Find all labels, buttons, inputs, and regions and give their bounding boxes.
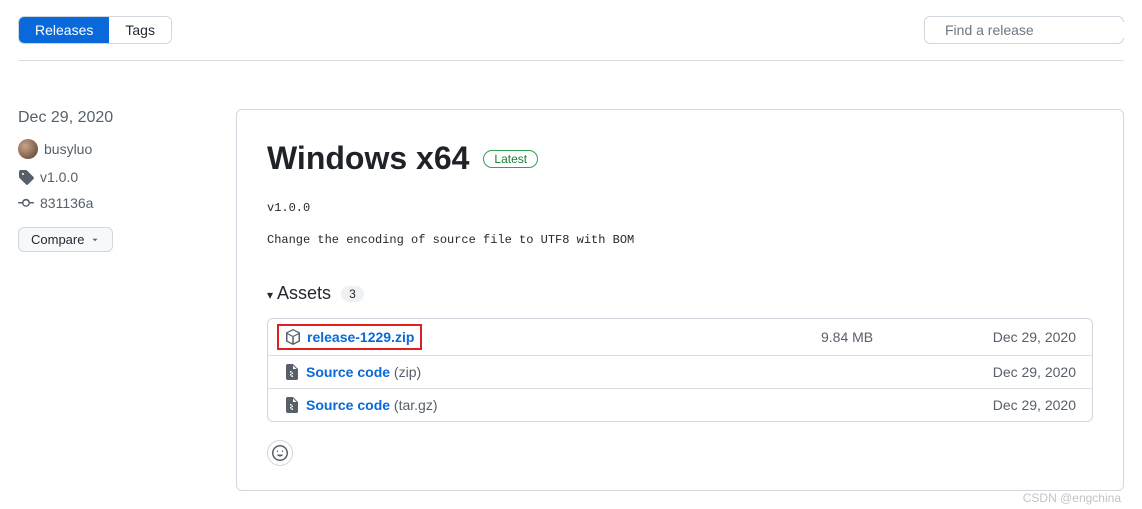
smiley-icon — [272, 445, 288, 461]
search-input[interactable] — [945, 22, 1126, 38]
release-panel: Windows x64 Latest v1.0.0 Change the enc… — [236, 109, 1124, 491]
file-zip-icon — [284, 397, 300, 413]
asset-date: Dec 29, 2020 — [986, 364, 1076, 380]
release-sidebar: Dec 29, 2020 busyluo v1.0.0 831136a Comp… — [18, 109, 216, 491]
commit-sha[interactable]: 831136a — [40, 195, 93, 211]
asset-row: Source code (zip) Dec 29, 2020 — [268, 356, 1092, 389]
assets-count-badge: 3 — [341, 286, 364, 302]
latest-badge: Latest — [483, 150, 538, 168]
compare-label: Compare — [31, 232, 84, 247]
asset-date: Dec 29, 2020 — [986, 397, 1076, 413]
asset-list: release-1229.zip 9.84 MB Dec 29, 2020 So… — [267, 318, 1093, 422]
asset-link[interactable]: Source code (zip) — [306, 364, 421, 380]
asset-row: Source code (tar.gz) Dec 29, 2020 — [268, 389, 1092, 421]
asset-link[interactable]: Source code (tar.gz) — [306, 397, 438, 413]
add-reaction-button[interactable] — [267, 440, 293, 466]
search-release-field[interactable] — [924, 16, 1124, 44]
tag-icon — [18, 169, 34, 185]
asset-date: Dec 29, 2020 — [986, 329, 1076, 345]
chevron-down-icon — [90, 235, 100, 245]
tag-name[interactable]: v1.0.0 — [40, 169, 78, 185]
release-title: Windows x64 — [267, 140, 469, 177]
author-link[interactable]: busyluo — [44, 141, 92, 157]
release-date: Dec 29, 2020 — [18, 109, 216, 127]
asset-link[interactable]: release-1229.zip — [307, 329, 414, 345]
release-version: v1.0.0 — [267, 201, 1093, 215]
assets-toggle[interactable]: Assets 3 — [267, 283, 1093, 304]
tab-releases[interactable]: Releases — [19, 17, 109, 43]
nav-tabs: Releases Tags — [18, 16, 172, 44]
commit-icon — [18, 195, 34, 211]
package-icon — [285, 329, 301, 345]
watermark: CSDN @engchina — [1023, 491, 1121, 505]
asset-row: release-1229.zip 9.84 MB Dec 29, 2020 — [268, 319, 1092, 356]
compare-button[interactable]: Compare — [18, 227, 113, 252]
tab-tags[interactable]: Tags — [109, 17, 171, 43]
release-description: Change the encoding of source file to UT… — [267, 233, 1093, 247]
avatar[interactable] — [18, 139, 38, 159]
asset-size: 9.84 MB — [821, 329, 986, 345]
assets-label: Assets — [267, 283, 331, 304]
file-zip-icon — [284, 364, 300, 380]
